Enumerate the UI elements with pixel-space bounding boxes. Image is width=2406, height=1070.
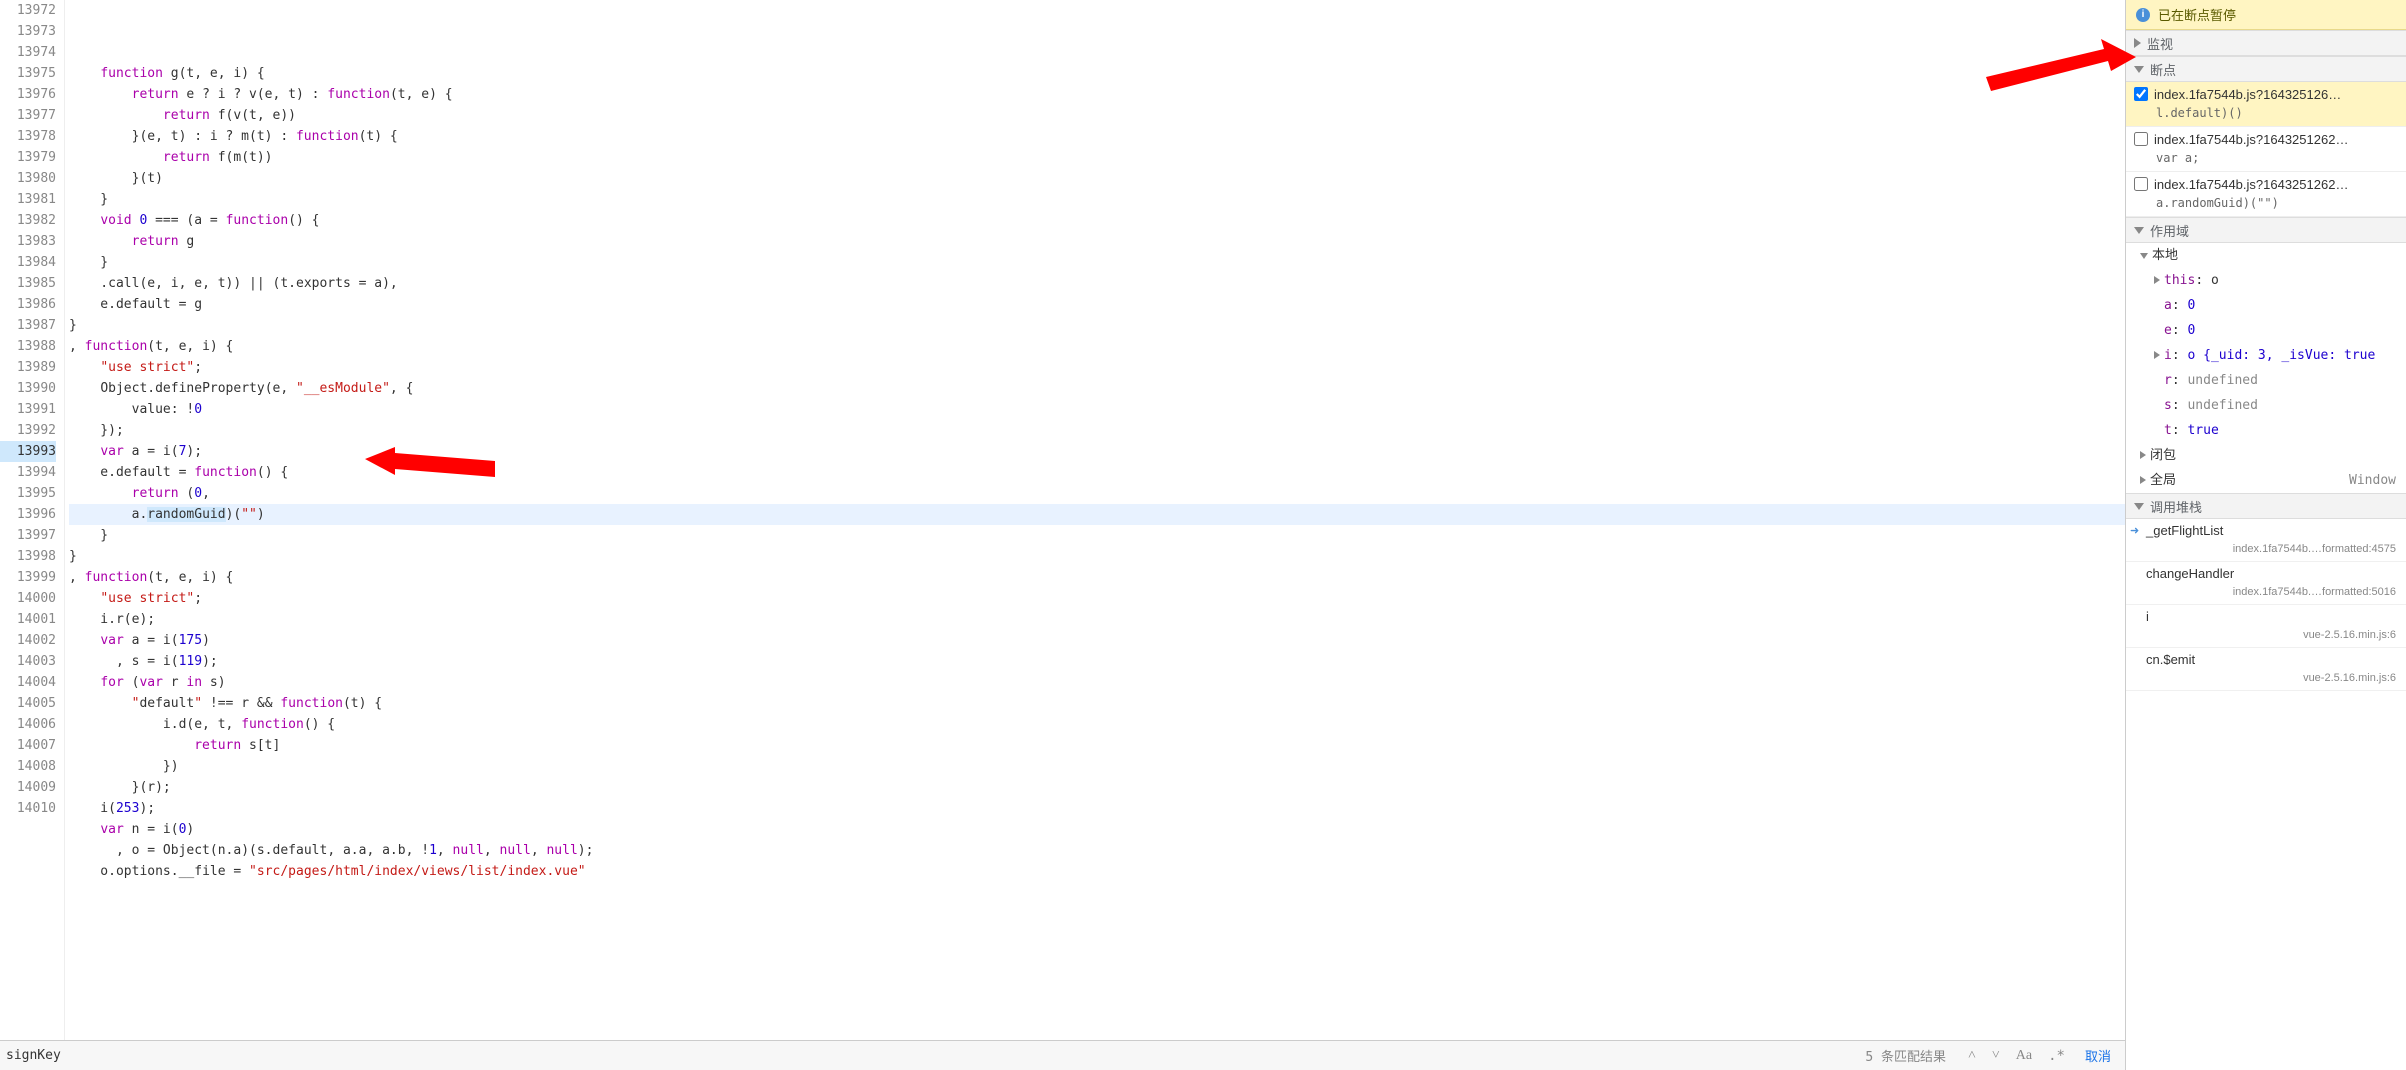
callstack-location: vue-2.5.16.min.js:6 — [2303, 669, 2396, 687]
watch-label: 监视 — [2147, 34, 2173, 53]
breakpoint-item[interactable]: index.1fa7544b.js?164325126… l.default)(… — [2126, 82, 2406, 127]
scope-variable[interactable]: e: 0 — [2126, 318, 2406, 343]
scope-variables: this: oa: 0e: 0i: o {_uid: 3, _isVue: tr… — [2126, 268, 2406, 443]
breakpoint-file: index.1fa7544b.js?164325126… — [2154, 86, 2396, 104]
scope-variable[interactable]: i: o {_uid: 3, _isVue: true — [2126, 343, 2406, 368]
callstack-frame[interactable]: cn.$emit vue-2.5.16.min.js:6 — [2126, 648, 2406, 691]
breakpoints-list: index.1fa7544b.js?164325126… l.default)(… — [2126, 82, 2406, 217]
scope-local-header[interactable]: 本地 — [2126, 243, 2406, 268]
callstack-frame[interactable]: i vue-2.5.16.min.js:6 — [2126, 605, 2406, 648]
scope-label: 作用域 — [2150, 221, 2189, 240]
search-regex-toggle[interactable]: .* — [2044, 1048, 2069, 1064]
scope-variable[interactable]: r: undefined — [2126, 368, 2406, 393]
search-input[interactable] — [6, 1048, 1857, 1063]
paused-banner: i 已在断点暂停 — [2126, 0, 2406, 30]
search-case-toggle[interactable]: Aa — [2012, 1048, 2036, 1064]
info-icon: i — [2136, 8, 2150, 22]
search-prev-button[interactable]: ˄ — [1964, 1047, 1980, 1064]
callstack-location: index.1fa7544b.…formatted:5016 — [2233, 583, 2396, 601]
chevron-right-icon — [2140, 451, 2146, 459]
callstack-frame[interactable]: _getFlightList index.1fa7544b.…formatted… — [2126, 519, 2406, 562]
scope-global-value: Window — [2349, 470, 2396, 491]
breakpoint-checkbox[interactable] — [2134, 132, 2148, 146]
callstack-section-header[interactable]: 调用堆栈 — [2126, 493, 2406, 519]
breakpoint-checkbox[interactable] — [2134, 87, 2148, 101]
scope-variable[interactable]: t: true — [2126, 418, 2406, 443]
chevron-right-icon — [2140, 476, 2146, 484]
paused-label: 已在断点暂停 — [2158, 5, 2236, 24]
breakpoint-code: var a; — [2154, 149, 2396, 167]
debugger-sidebar: i 已在断点暂停 监视 断点 index.1fa7544b.js?1643251… — [2126, 0, 2406, 1070]
chevron-right-icon — [2154, 276, 2160, 284]
callstack-function: changeHandler — [2146, 565, 2396, 583]
callstack-function: i — [2146, 608, 2396, 626]
code-content[interactable]: function g(t, e, i) { return e ? i ? v(e… — [65, 0, 2125, 1040]
breakpoint-code: l.default)() — [2154, 104, 2396, 122]
callstack-label: 调用堆栈 — [2150, 497, 2202, 516]
breakpoint-code: a.randomGuid)("") — [2154, 194, 2396, 212]
chevron-down-icon — [2134, 227, 2144, 234]
callstack-function: _getFlightList — [2146, 522, 2396, 540]
breakpoint-file: index.1fa7544b.js?1643251262… — [2154, 176, 2396, 194]
chevron-down-icon — [2134, 503, 2144, 510]
scope-variable[interactable]: this: o — [2126, 268, 2406, 293]
scope-global-header[interactable]: 全局 Window — [2126, 468, 2406, 493]
search-cancel-button[interactable]: 取消 — [2077, 1046, 2119, 1065]
breakpoint-checkbox[interactable] — [2134, 177, 2148, 191]
callstack-location: index.1fa7544b.…formatted:4575 — [2233, 540, 2396, 558]
line-number-gutter[interactable]: 1397213973139741397513976139771397813979… — [0, 0, 65, 1040]
watch-section-header[interactable]: 监视 — [2126, 30, 2406, 56]
breakpoint-file: index.1fa7544b.js?1643251262… — [2154, 131, 2396, 149]
callstack-location: vue-2.5.16.min.js:6 — [2303, 626, 2396, 644]
callstack-function: cn.$emit — [2146, 651, 2396, 669]
search-bar: 5 条匹配结果 ˄ ˅ Aa .* 取消 — [0, 1040, 2125, 1070]
scope-closure-header[interactable]: 闭包 — [2126, 443, 2406, 468]
scope-variable[interactable]: a: 0 — [2126, 293, 2406, 318]
breakpoint-item[interactable]: index.1fa7544b.js?1643251262… a.randomGu… — [2126, 172, 2406, 217]
breakpoints-section-header[interactable]: 断点 — [2126, 56, 2406, 82]
breakpoints-label: 断点 — [2150, 60, 2176, 79]
code-editor-pane: 1397213973139741397513976139771397813979… — [0, 0, 2126, 1070]
callstack-list: _getFlightList index.1fa7544b.…formatted… — [2126, 519, 2406, 691]
callstack-frame[interactable]: changeHandler index.1fa7544b.…formatted:… — [2126, 562, 2406, 605]
breakpoint-item[interactable]: index.1fa7544b.js?1643251262… var a; — [2126, 127, 2406, 172]
search-next-button[interactable]: ˅ — [1988, 1047, 2004, 1064]
code-area[interactable]: 1397213973139741397513976139771397813979… — [0, 0, 2125, 1040]
chevron-down-icon — [2140, 253, 2148, 259]
arrow-annotation-icon — [1986, 27, 2136, 97]
scope-variable[interactable]: s: undefined — [2126, 393, 2406, 418]
scope-section-header[interactable]: 作用域 — [2126, 217, 2406, 243]
chevron-right-icon — [2154, 351, 2160, 359]
search-result-count: 5 条匹配结果 — [1865, 1046, 1946, 1065]
